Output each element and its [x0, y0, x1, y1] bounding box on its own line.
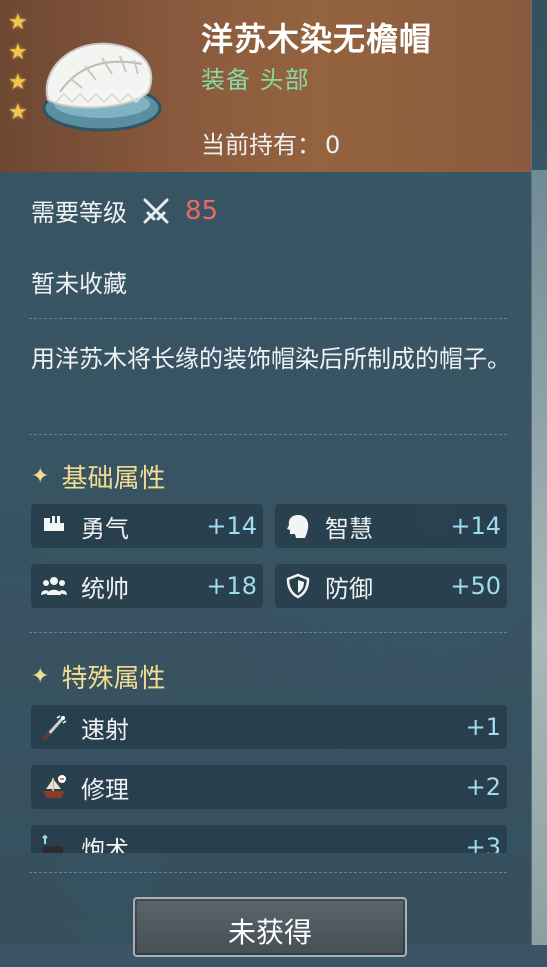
owned-count: 当前持有： 0 — [201, 125, 340, 160]
defense-shield-icon — [286, 573, 310, 599]
sparkle-icon: ✦ — [31, 664, 50, 689]
special-attributes-title: ✦ 特殊属性 — [31, 658, 165, 695]
divider — [29, 318, 507, 319]
stat-name: 勇气 — [81, 514, 129, 543]
repair-ship-icon — [43, 775, 66, 798]
stat-value: +1 — [465, 713, 501, 741]
hat-icon — [42, 42, 162, 132]
stat-defense: 防御 +50 — [275, 564, 507, 608]
stat-name: 速射 — [81, 715, 129, 744]
stat-name: 炮术 — [81, 835, 129, 854]
item-detail-panel: ★ ★ ★ ★ 洋苏木染无檐帽 装备 头部 当前持有： 0 需要等级 85 暂未收… — [0, 0, 532, 957]
divider — [29, 632, 507, 633]
stat-rapid-fire: 速射 +1 — [31, 705, 507, 749]
special-attributes-list[interactable]: 速射 +1 修理 +2 炮术 +3 — [31, 705, 507, 853]
crossed-swords-icon — [143, 198, 169, 223]
stat-leadership: 统帅 +18 — [31, 564, 263, 608]
required-level-value: 85 — [185, 195, 219, 226]
not-obtained-button[interactable]: 未获得 — [133, 897, 407, 957]
owned-value: 0 — [325, 131, 341, 159]
owned-label: 当前持有： — [201, 131, 321, 159]
stat-value: +2 — [465, 773, 501, 801]
special-attributes-label: 特殊属性 — [61, 664, 166, 694]
collection-status: 暂未收藏 — [31, 270, 127, 298]
leadership-people-icon — [41, 577, 67, 595]
wisdom-head-icon — [287, 515, 309, 538]
sparkle-icon: ✦ — [31, 464, 50, 489]
stat-courage: 勇气 +14 — [31, 504, 263, 548]
courage-icon — [44, 516, 64, 531]
stat-wisdom: 智慧 +14 — [275, 504, 507, 548]
level-requirement: 需要等级 85 — [31, 193, 218, 228]
stat-name: 智慧 — [325, 514, 373, 543]
background-scroll-edge — [531, 170, 547, 945]
stat-value: +50 — [450, 572, 501, 600]
item-name: 洋苏木染无檐帽 — [201, 20, 433, 58]
divider — [29, 872, 507, 873]
rapid-fire-icon — [42, 715, 67, 740]
base-attributes-title: ✦ 基础属性 — [31, 458, 165, 495]
item-category: 装备 头部 — [201, 66, 310, 94]
item-description: 用洋苏木将长缘的装饰帽染后所制成的帽子。 — [31, 345, 511, 373]
base-attributes-label: 基础属性 — [61, 464, 166, 494]
divider — [29, 434, 507, 435]
stat-value: +18 — [206, 572, 257, 600]
level-requirement-label: 需要等级 — [31, 199, 127, 227]
stat-value: +14 — [450, 512, 501, 540]
cannon-icon — [42, 834, 63, 853]
stat-name: 防御 — [325, 574, 373, 603]
stat-repair: 修理 +2 — [31, 765, 507, 809]
item-header: ★ ★ ★ ★ 洋苏木染无檐帽 装备 头部 当前持有： 0 — [0, 0, 531, 172]
stat-value: +3 — [465, 833, 501, 853]
stat-name: 修理 — [81, 775, 129, 804]
stat-gunnery: 炮术 +3 — [31, 825, 507, 853]
stat-value: +14 — [206, 512, 257, 540]
stat-name: 统帅 — [81, 574, 129, 603]
